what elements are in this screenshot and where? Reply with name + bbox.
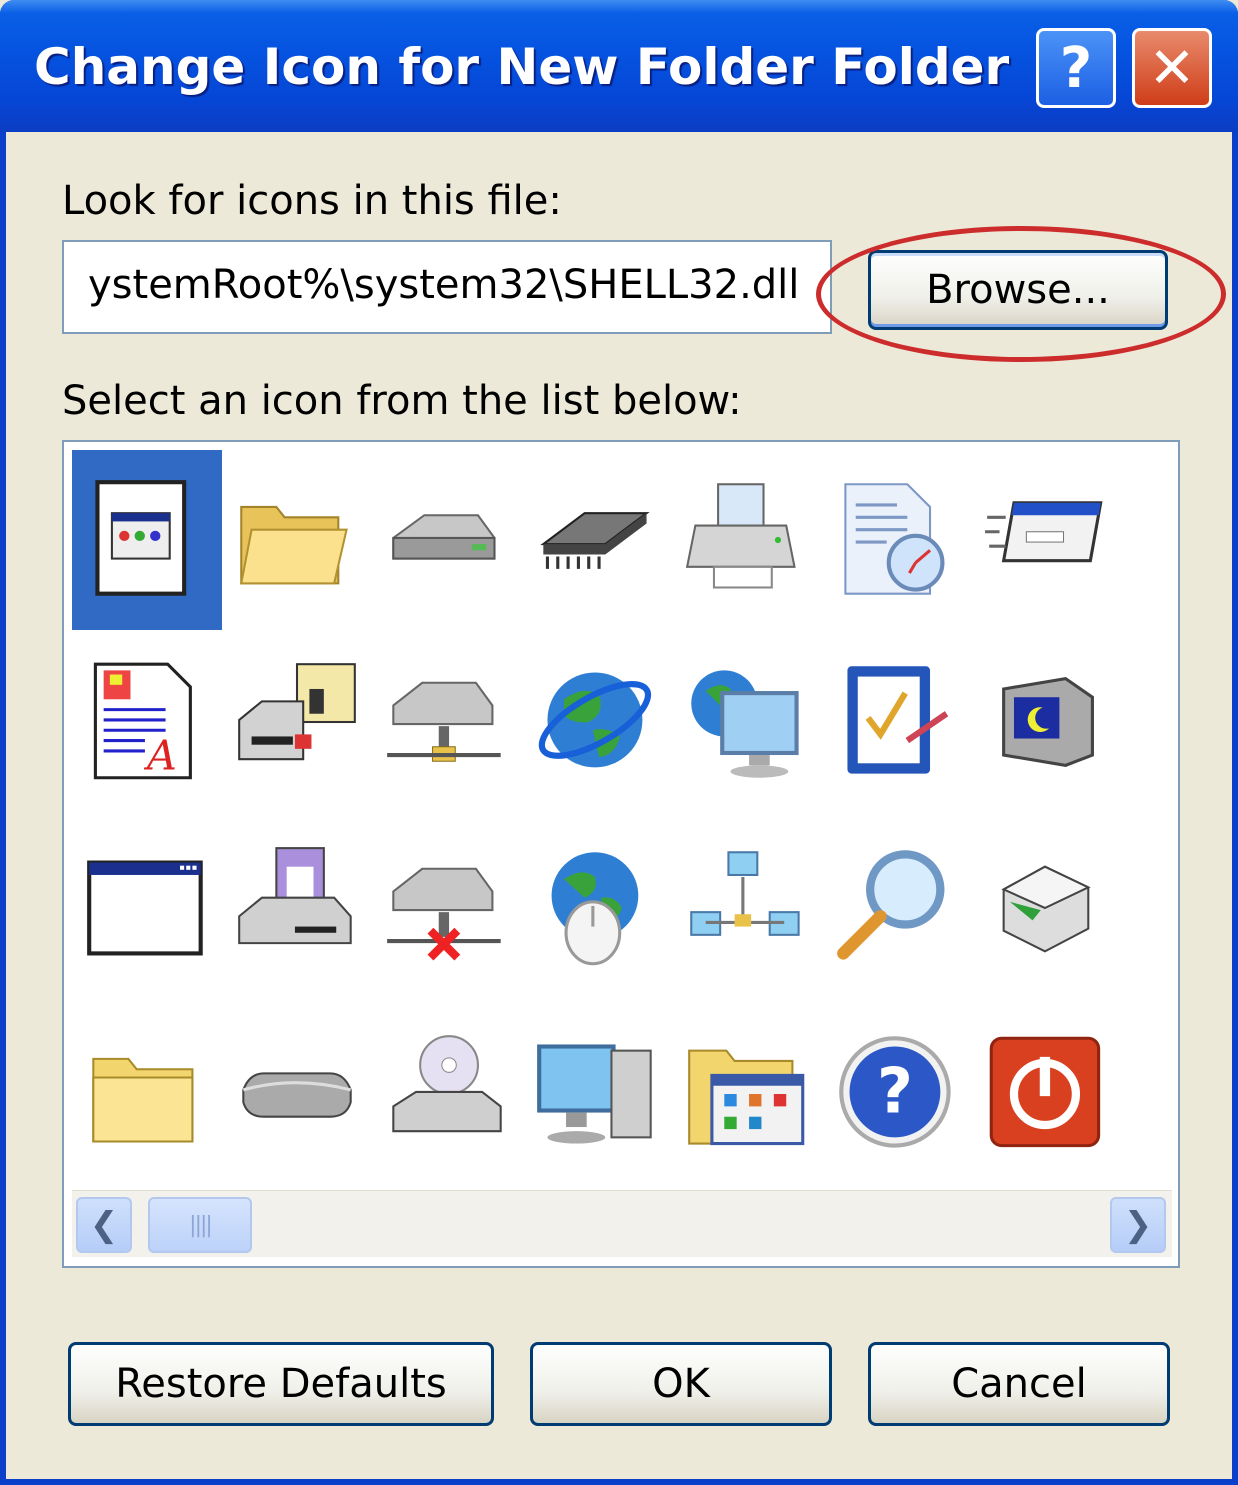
- scroll-left-button[interactable]: ❮: [76, 1197, 132, 1253]
- floppy-disk-drive-icon: [238, 847, 352, 945]
- icon-list-item[interactable]: [222, 450, 372, 630]
- help-button[interactable]: ?: [1036, 28, 1116, 108]
- icon-list-item[interactable]: [672, 632, 822, 812]
- network-drive-icon: [387, 681, 501, 762]
- icon-list-item[interactable]: [972, 632, 1122, 812]
- icon-list-item[interactable]: [822, 450, 972, 630]
- horizontal-scrollbar[interactable]: ❮ |||| ❯: [72, 1190, 1172, 1257]
- help-icon: ?: [839, 1036, 951, 1148]
- memory-chip-icon: [540, 512, 650, 569]
- scroll-thumb[interactable]: ||||: [148, 1197, 252, 1253]
- folder-icon: [92, 1057, 194, 1143]
- partial-icon: [1133, 1030, 1180, 1158]
- partial-icon: [1133, 476, 1180, 604]
- close-button[interactable]: ✕: [1132, 28, 1212, 108]
- shortcut-arrow-icon: [1133, 658, 1180, 786]
- globe-mouse-icon: [551, 852, 639, 966]
- floppy-drive-icon: [238, 663, 356, 761]
- scroll-right-button[interactable]: ❯: [1110, 1197, 1166, 1253]
- folder-programs-icon: [688, 1049, 805, 1146]
- close-icon: ✕: [1148, 35, 1196, 101]
- window-title: Change Icon for New Folder Folder: [34, 38, 1010, 96]
- icon-file-path-input[interactable]: ystemRoot%\system32\SHELL32.dll: [62, 240, 832, 334]
- chevron-left-icon: ❮: [89, 1205, 119, 1245]
- icon-list-item[interactable]: [972, 1004, 1122, 1184]
- application-icon: [95, 480, 187, 596]
- hard-drive-icon: [392, 514, 496, 560]
- icon-list-item[interactable]: [522, 632, 672, 812]
- icon-list-item[interactable]: [672, 450, 822, 630]
- icon-list-item[interactable]: [972, 450, 1122, 630]
- folder-open-icon: [240, 505, 348, 585]
- magnifier-icon: [837, 850, 945, 960]
- task-check-icon: [847, 666, 949, 774]
- grip-icon: ||||: [189, 1212, 213, 1238]
- document-font-icon: A: [93, 662, 192, 779]
- icon-list-item[interactable]: [822, 818, 972, 998]
- monitor-screensaver-icon: [1002, 677, 1094, 767]
- icon-list-item[interactable]: A: [72, 632, 222, 812]
- icon-list-item[interactable]: [672, 818, 822, 998]
- scanner-icon: [1001, 865, 1091, 953]
- title-bar[interactable]: Change Icon for New Folder Folder ? ✕: [0, 0, 1238, 132]
- icon-list-item[interactable]: [72, 450, 222, 630]
- icon-list-item[interactable]: [222, 632, 372, 812]
- shutdown-icon: [989, 1036, 1101, 1148]
- icon-list-item[interactable]: [1122, 1004, 1180, 1184]
- network-computers-icon: [690, 851, 800, 936]
- icon-list-item[interactable]: [1122, 632, 1180, 812]
- cancel-button[interactable]: Cancel: [868, 1342, 1170, 1426]
- icon-list-item[interactable]: [72, 818, 222, 998]
- blank-window-icon: [87, 860, 203, 956]
- highlight-annotation: [816, 226, 1226, 362]
- icon-list-item[interactable]: [72, 1004, 222, 1184]
- icon-list[interactable]: A? ❮ |||| ❯: [62, 440, 1180, 1268]
- icon-list-item[interactable]: [822, 632, 972, 812]
- icon-list-item[interactable]: [522, 818, 672, 998]
- svg-text:A: A: [143, 731, 177, 779]
- printer-icon: [685, 483, 796, 589]
- help-icon: ?: [1059, 35, 1093, 101]
- clock-overlay-icon: [1133, 844, 1180, 972]
- ok-button[interactable]: OK: [530, 1342, 832, 1426]
- icon-list-item[interactable]: [222, 1004, 372, 1184]
- document-clock-icon: [844, 483, 945, 595]
- icon-list-item[interactable]: [372, 1004, 522, 1184]
- internet-globe-icon: [538, 672, 652, 768]
- icon-list-item[interactable]: [372, 632, 522, 812]
- icon-list-item[interactable]: [372, 450, 522, 630]
- svg-text:?: ?: [877, 1056, 913, 1128]
- icon-list-item[interactable]: [1122, 818, 1180, 998]
- icon-list-item[interactable]: [372, 818, 522, 998]
- cd-drive-icon: [392, 1035, 502, 1133]
- icon-list-item[interactable]: [522, 1004, 672, 1184]
- window-speed-icon: [985, 501, 1103, 563]
- disconnected-network-drive-icon: [387, 867, 501, 961]
- globe-monitor-icon: [691, 670, 799, 778]
- my-computer-icon: [537, 1044, 652, 1144]
- icon-list-item[interactable]: [672, 1004, 822, 1184]
- chevron-right-icon: ❯: [1123, 1205, 1153, 1245]
- removable-drive-icon: [242, 1072, 352, 1118]
- icon-list-item[interactable]: [222, 818, 372, 998]
- list-label: Select an icon from the list below:: [62, 378, 742, 424]
- icon-list-item[interactable]: [1122, 450, 1180, 630]
- icon-list-item[interactable]: [972, 818, 1122, 998]
- icon-list-item[interactable]: ?: [822, 1004, 972, 1184]
- restore-defaults-button[interactable]: Restore Defaults: [68, 1342, 494, 1426]
- icon-list-item[interactable]: [522, 450, 672, 630]
- file-label: Look for icons in this file:: [62, 178, 562, 224]
